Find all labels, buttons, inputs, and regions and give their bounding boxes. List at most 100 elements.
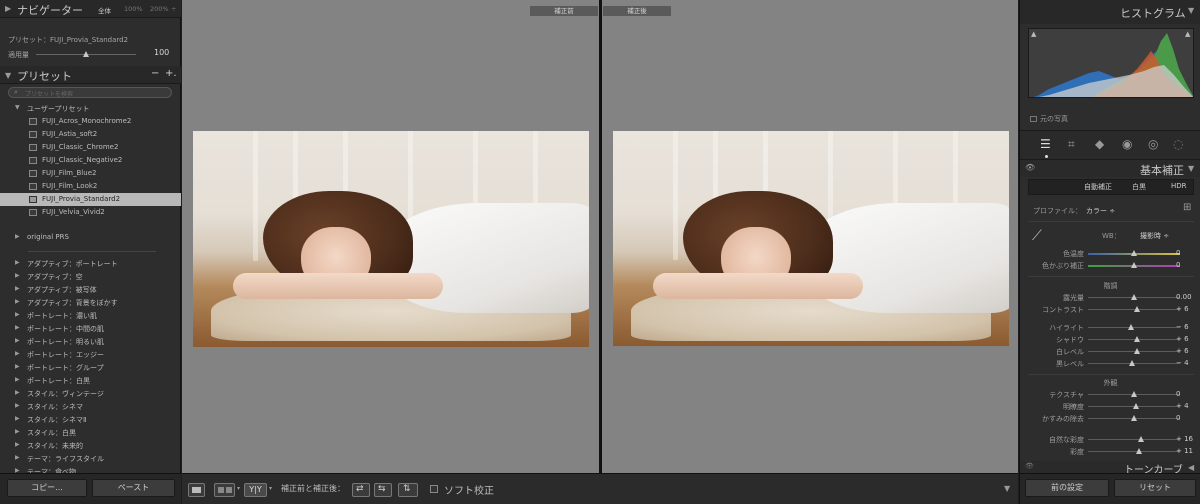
slider-track[interactable] [1088, 250, 1180, 256]
user-preset-group[interactable]: ▼ ユーザープリセット [0, 102, 181, 115]
healing-icon[interactable]: ◆ [1095, 137, 1104, 151]
slider-track[interactable] [1088, 391, 1180, 397]
slider-track[interactable] [1088, 348, 1180, 354]
preset-group[interactable]: ▶ アダプティブ：被写体 [0, 283, 181, 296]
slider-knob[interactable] [1129, 360, 1136, 366]
zoom-fit[interactable]: 全体 [98, 5, 111, 15]
zoom-200[interactable]: 200% [150, 5, 169, 13]
slider-value[interactable]: 0 [1176, 249, 1200, 257]
preset-group[interactable]: ▶ テーマ：ライフスタイル [0, 452, 181, 465]
before-photo[interactable] [193, 131, 589, 347]
slider-knob[interactable] [1131, 262, 1137, 268]
slider-value[interactable]: 0 [1176, 414, 1200, 422]
preset-item[interactable]: FUJI_Astia_soft2 [0, 128, 181, 141]
slider-track[interactable] [1088, 436, 1180, 442]
add-preset-button[interactable]: +. [165, 68, 177, 79]
slider-track[interactable] [1088, 336, 1180, 342]
slider-track[interactable] [1088, 448, 1180, 454]
slider-knob[interactable] [1138, 436, 1145, 442]
presets-header[interactable]: ▼ プリセット − +. [0, 66, 181, 84]
slider-knob[interactable] [1131, 250, 1137, 256]
after-photo[interactable] [613, 131, 1009, 346]
slider-track[interactable] [1088, 306, 1180, 312]
preset-item[interactable]: FUJI_Provia_Standard2 [0, 193, 181, 206]
wb-select[interactable]: 撮影時 ÷ [1140, 231, 1169, 241]
preset-group[interactable]: ▶ スタイル：白黒 [0, 426, 181, 439]
highlight-clip-icon[interactable]: ▲ [1185, 30, 1190, 38]
amount-slider[interactable] [36, 51, 136, 57]
collapse-triangle-icon[interactable]: ▶ [5, 4, 11, 13]
preset-item[interactable]: FUJI_Film_Blue2 [0, 167, 181, 180]
zoom-stepper-icon[interactable]: ÷ [171, 5, 176, 13]
slider-track[interactable] [1088, 360, 1180, 366]
slider-value[interactable]: + 6 [1176, 335, 1200, 343]
slider-knob[interactable] [1132, 403, 1139, 409]
basic-header[interactable]: 👁 基本補正 ▼ [1020, 160, 1200, 177]
slider-value[interactable]: + 6 [1176, 347, 1200, 355]
paste-button[interactable]: ペースト [92, 479, 175, 497]
navigator-header[interactable]: ▶ ナビゲーター 全体 100% 200% ÷ [0, 0, 181, 18]
slider-knob[interactable] [1133, 336, 1140, 342]
preset-group[interactable]: ▶ スタイル：シネマ [0, 400, 181, 413]
preset-group[interactable]: ▶ ポートレート：明るい肌 [0, 335, 181, 348]
loupe-view-button[interactable] [188, 483, 205, 497]
bw-button[interactable]: 白黒 [1132, 182, 1146, 192]
collapse-triangle-icon[interactable]: ▼ [1188, 164, 1194, 173]
preset-item[interactable]: FUJI_Classic_Chrome2 [0, 141, 181, 154]
slider-knob[interactable] [1133, 348, 1140, 354]
slider-value[interactable]: + 6 [1176, 305, 1200, 313]
chevron-down-icon[interactable]: ▾ [237, 485, 240, 492]
copy-button[interactable]: コピー... [7, 479, 87, 497]
preset-search-input[interactable]: ⌕ プリセットを検索 [8, 87, 172, 98]
before-after-split-button[interactable]: Y|Y [244, 483, 267, 497]
preset-group[interactable]: ▶ スタイル：シネマⅡ [0, 413, 181, 426]
soft-proof-checkbox[interactable] [430, 485, 438, 493]
presets-icon[interactable]: ◌ [1173, 137, 1183, 151]
slider-knob[interactable] [1135, 448, 1142, 454]
zoom-100[interactable]: 100% [124, 5, 143, 13]
slider-knob[interactable] [1128, 324, 1135, 330]
edit-sliders-icon[interactable]: ☰ [1040, 137, 1051, 151]
slider-value[interactable]: − 4 [1176, 359, 1200, 367]
original-prs-group[interactable]: ▶ original PRS [0, 231, 181, 244]
expand-triangle-icon[interactable]: ◀ [1188, 463, 1194, 472]
preset-group[interactable]: ▶ ポートレート：中間の肌 [0, 322, 181, 335]
slider-value[interactable]: + 11 [1176, 447, 1200, 455]
slider-knob[interactable] [1131, 391, 1137, 397]
copy-after-to-before-button[interactable]: ⇆ [374, 483, 392, 497]
collapse-triangle-icon[interactable]: ▼ [1188, 6, 1194, 15]
hdr-button[interactable]: HDR [1171, 182, 1187, 190]
profile-select[interactable]: カラー ÷ [1086, 206, 1115, 216]
slider-track[interactable] [1088, 294, 1180, 300]
slider-track[interactable] [1088, 324, 1180, 330]
reset-button[interactable]: リセット [1114, 479, 1196, 497]
preset-group[interactable]: ▶ アダプティブ：ポートレート [0, 257, 181, 270]
preset-item[interactable]: FUJI_Velvia_Vivid2 [0, 206, 181, 219]
slider-value[interactable]: 0.00 [1176, 293, 1200, 301]
preset-item[interactable]: FUJI_Acros_Monochrome2 [0, 115, 181, 128]
redeye-icon[interactable]: ◉ [1122, 137, 1132, 151]
auto-button[interactable]: 自動補正 [1084, 182, 1112, 192]
profile-browser-icon[interactable]: ⊞ [1183, 202, 1191, 213]
wb-eyedropper-icon[interactable]: ⟋ [1032, 228, 1042, 244]
masking-icon[interactable]: ◎ [1148, 137, 1158, 151]
histogram-graph[interactable]: ▲ ▲ [1028, 28, 1194, 98]
previous-settings-button[interactable]: 前の設定 [1025, 479, 1109, 497]
chevron-down-icon[interactable]: ▾ [269, 485, 272, 492]
eye-icon[interactable]: 👁 [1025, 462, 1034, 470]
preset-group[interactable]: ▶ スタイル：未来的 [0, 439, 181, 452]
slider-value[interactable]: − 6 [1176, 323, 1200, 331]
slider-value[interactable]: 0 [1176, 390, 1200, 398]
slider-value[interactable]: 0 [1176, 261, 1200, 269]
expand-triangle-icon[interactable]: ▼ [5, 71, 11, 80]
preset-group[interactable]: ▶ アダプティブ：空 [0, 270, 181, 283]
slider-value[interactable]: + 16 [1176, 435, 1200, 443]
shadow-clip-icon[interactable]: ▲ [1031, 30, 1036, 38]
preset-group[interactable]: ▶ ポートレート：濃い肌 [0, 309, 181, 322]
slider-knob[interactable] [1131, 415, 1137, 421]
preset-group[interactable]: ▶ ポートレート：グループ [0, 361, 181, 374]
preset-group[interactable]: ▶ ポートレート：エッジー [0, 348, 181, 361]
eye-icon[interactable]: 👁 [1025, 163, 1035, 172]
toolbar-menu-chevron-icon[interactable]: ▼ [1004, 484, 1010, 493]
slider-track[interactable] [1088, 403, 1180, 409]
